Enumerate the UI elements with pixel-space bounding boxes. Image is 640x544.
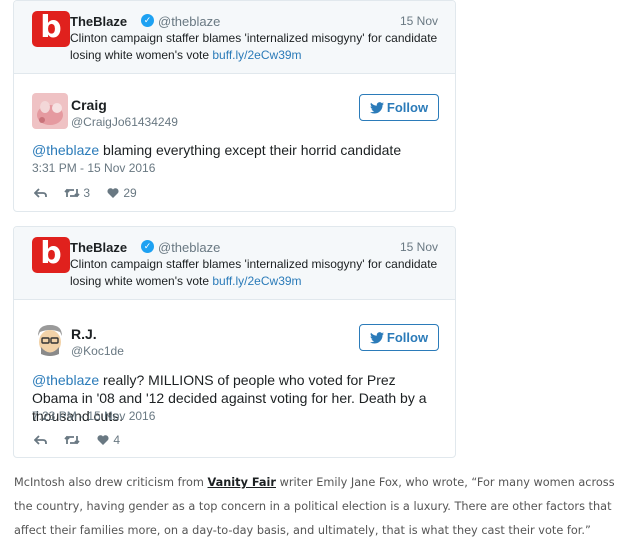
like-count: 29 — [123, 186, 137, 200]
tweet-embed-2: b TheBlaze ✓ @theblaze 15 Nov Clinton ca… — [13, 226, 456, 458]
quoted-text: Clinton campaign staffer blames 'interna… — [70, 30, 445, 64]
quoted-author-handle[interactable]: @theblaze — [158, 14, 220, 29]
author-name[interactable]: R.J. — [71, 326, 97, 342]
quoted-text: Clinton campaign staffer blames 'interna… — [70, 256, 445, 290]
quoted-author-handle[interactable]: @theblaze — [158, 240, 220, 255]
twitter-bird-icon — [369, 332, 384, 344]
tweet-actions: 3 29 — [32, 185, 232, 201]
heart-icon — [107, 188, 119, 198]
retweet-button[interactable] — [64, 432, 80, 448]
quoted-tweet[interactable]: b TheBlaze ✓ @theblaze 15 Nov Clinton ca… — [14, 1, 455, 74]
theblaze-logo: b — [32, 237, 70, 273]
avatar[interactable] — [32, 93, 68, 129]
reply-button[interactable] — [33, 185, 48, 201]
follow-button[interactable]: Follow — [359, 324, 439, 351]
quoted-author-name[interactable]: TheBlaze — [70, 14, 127, 29]
retweet-icon — [64, 435, 80, 445]
avatar[interactable] — [32, 322, 68, 358]
tweet-actions: 4 — [32, 432, 232, 448]
author-handle[interactable]: @CraigJo61434249 — [71, 115, 178, 129]
tweet-timestamp[interactable]: 3:31 PM - 15 Nov 2016 — [32, 161, 155, 175]
tweet-embed-1: b TheBlaze ✓ @theblaze 15 Nov Clinton ca… — [13, 0, 456, 212]
tweet-text-body: blaming everything except their horrid c… — [99, 142, 402, 158]
theblaze-logo: b — [32, 11, 70, 47]
follow-label: Follow — [386, 330, 429, 345]
vanity-fair-link[interactable]: Vanity Fair — [208, 476, 276, 489]
author-name[interactable]: Craig — [71, 97, 107, 113]
quoted-tweet[interactable]: b TheBlaze ✓ @theblaze 15 Nov Clinton ca… — [14, 227, 455, 300]
retweet-button[interactable]: 3 — [64, 185, 90, 201]
article-paragraph: McIntosh also drew criticism from Vanity… — [14, 471, 636, 543]
like-count: 4 — [113, 433, 121, 447]
quoted-link[interactable]: buff.ly/2eCw39m — [212, 48, 301, 62]
twitter-bird-icon — [369, 102, 384, 114]
verified-icon: ✓ — [141, 14, 154, 27]
reply-button[interactable] — [33, 432, 48, 448]
tweet-text: @theblaze blaming everything except thei… — [32, 141, 442, 159]
mention-link[interactable]: @theblaze — [32, 142, 99, 158]
article-text-before: McIntosh also drew criticism from — [14, 476, 208, 489]
retweet-icon — [64, 188, 80, 198]
quoted-author-name[interactable]: TheBlaze — [70, 240, 127, 255]
tweet-timestamp[interactable]: 7:23 PM - 15 Nov 2016 — [32, 409, 155, 423]
follow-label: Follow — [386, 100, 429, 115]
reply-icon — [33, 435, 47, 445]
follow-button[interactable]: Follow — [359, 94, 439, 121]
like-button[interactable]: 4 — [96, 432, 120, 448]
retweet-count: 3 — [83, 186, 91, 200]
heart-icon — [97, 435, 109, 445]
quoted-date[interactable]: 15 Nov — [400, 14, 438, 28]
quoted-date[interactable]: 15 Nov — [400, 240, 438, 254]
author-handle[interactable]: @Koc1de — [71, 344, 124, 358]
mention-link[interactable]: @theblaze — [32, 372, 99, 388]
quoted-link[interactable]: buff.ly/2eCw39m — [212, 274, 301, 288]
like-button[interactable]: 29 — [106, 185, 137, 201]
reply-icon — [33, 188, 47, 198]
verified-icon: ✓ — [141, 240, 154, 253]
